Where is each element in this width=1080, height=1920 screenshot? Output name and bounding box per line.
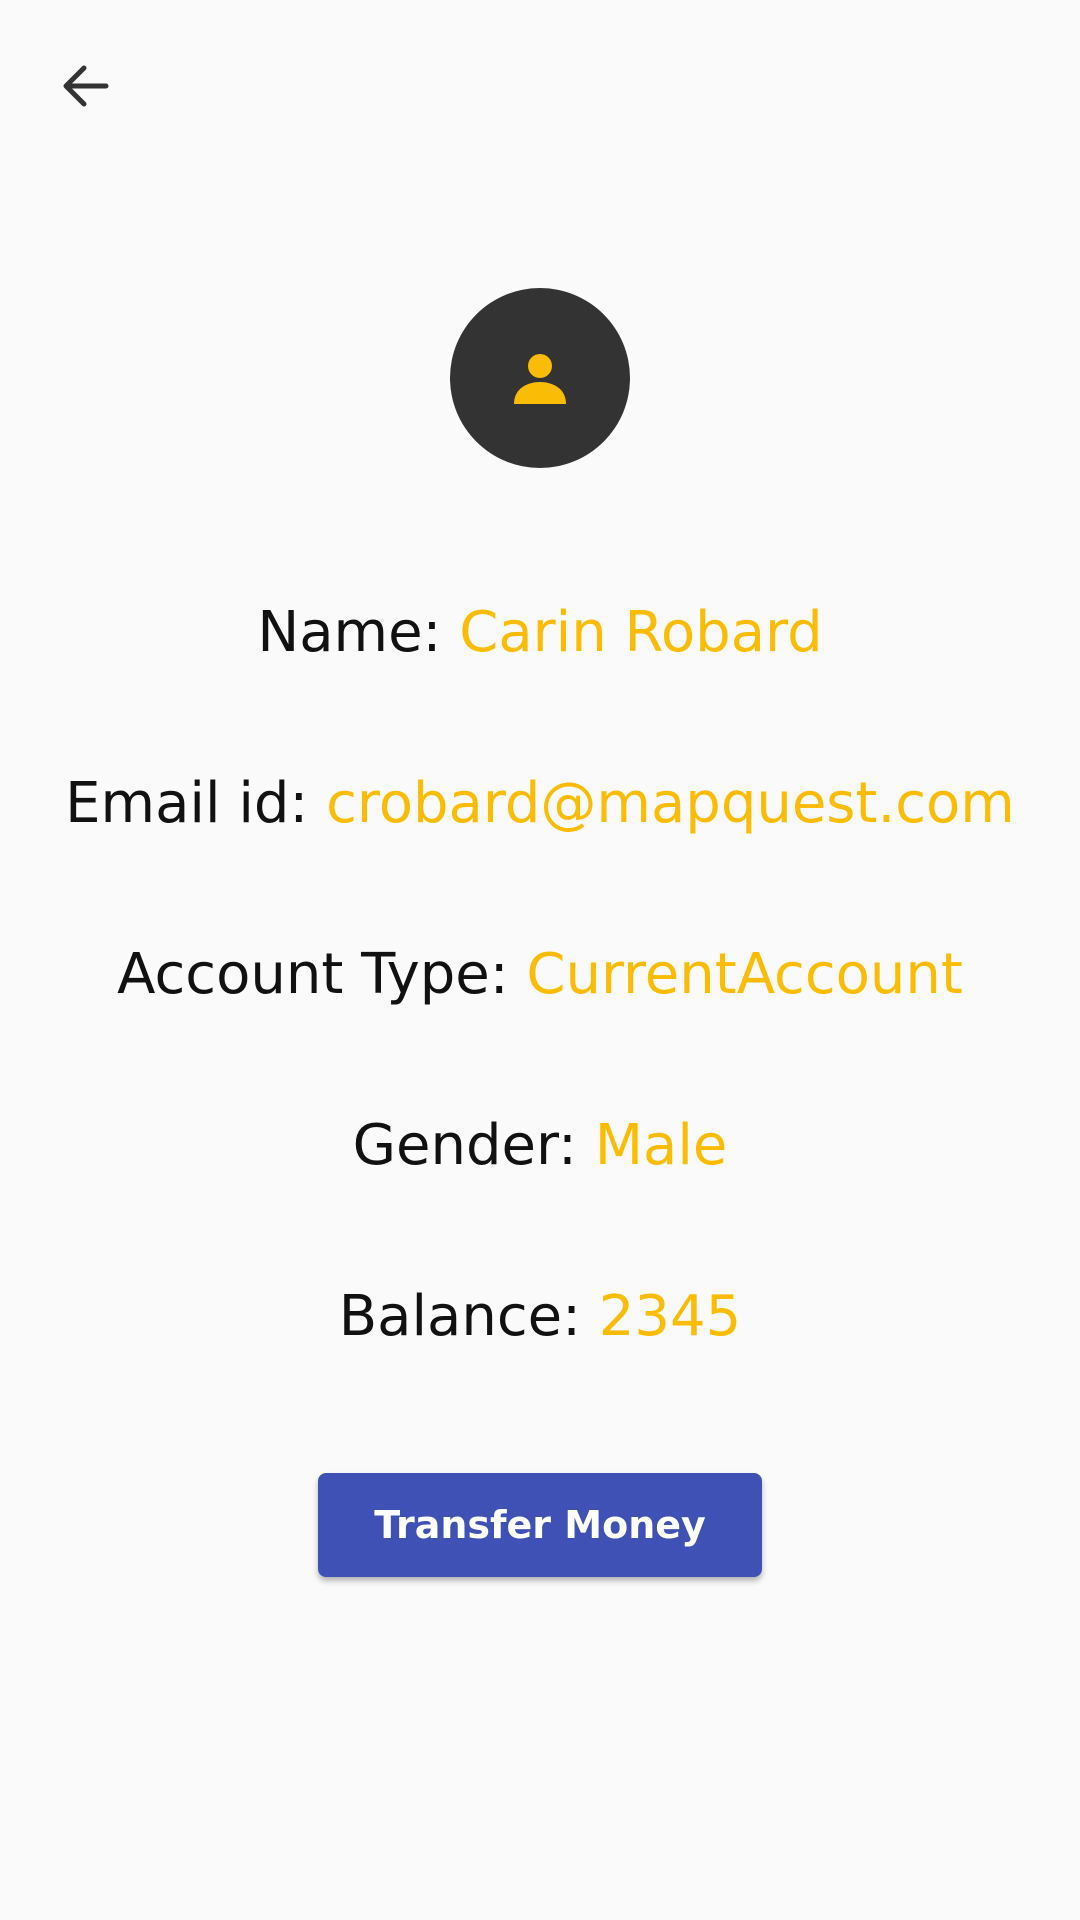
gender-row: Gender: Male bbox=[0, 1106, 1080, 1186]
back-button[interactable] bbox=[44, 44, 128, 128]
account-type-row: Account Type: CurrentAccount bbox=[0, 935, 1080, 1015]
gender-value: Male bbox=[594, 1113, 728, 1178]
email-row: Email id: crobard@mapquest.com bbox=[0, 764, 1080, 844]
name-value: Carin Robard bbox=[459, 600, 823, 665]
person-icon bbox=[514, 354, 566, 404]
transfer-money-button[interactable]: Transfer Money bbox=[318, 1473, 762, 1577]
gender-label: Gender: bbox=[352, 1113, 595, 1178]
arrow-left-icon bbox=[63, 65, 109, 107]
email-value: crobard@mapquest.com bbox=[326, 771, 1015, 836]
avatar bbox=[450, 288, 630, 468]
name-label: Name: bbox=[257, 600, 460, 665]
name-row: Name: Carin Robard bbox=[0, 593, 1080, 673]
balance-row: Balance: 2345 bbox=[0, 1277, 1080, 1357]
account-type-label: Account Type: bbox=[117, 942, 527, 1007]
balance-value: 2345 bbox=[598, 1284, 742, 1349]
balance-label: Balance: bbox=[338, 1284, 599, 1349]
email-label: Email id: bbox=[65, 771, 327, 836]
account-type-value: CurrentAccount bbox=[526, 942, 963, 1007]
